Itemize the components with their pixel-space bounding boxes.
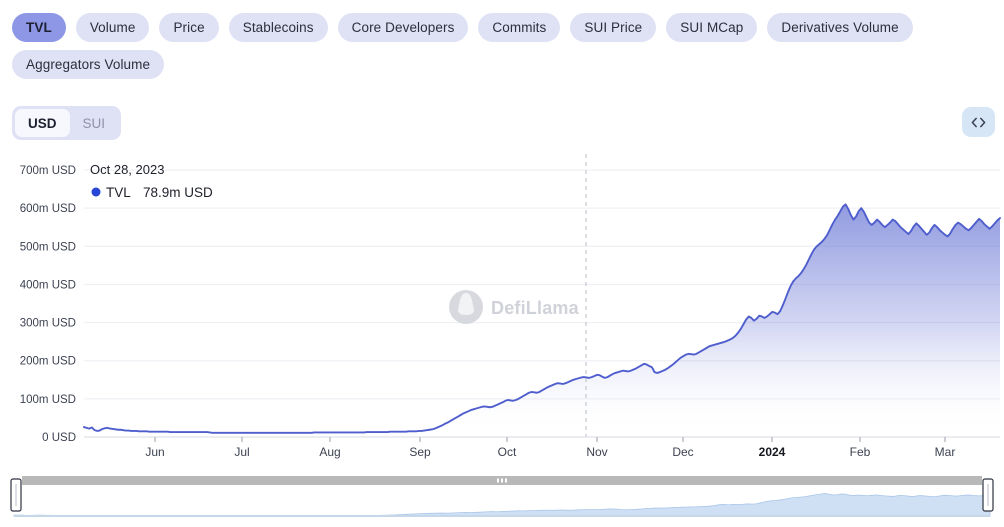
- y-axis-tick-label: 500m USD: [20, 241, 76, 253]
- metric-tab-price[interactable]: Price: [159, 13, 218, 42]
- currency-option-usd[interactable]: USD: [15, 109, 70, 137]
- defillama-watermark: DefiLlama: [449, 290, 580, 324]
- metric-tab-sui-price[interactable]: SUI Price: [570, 13, 656, 42]
- defillama-chart-panel: TVL Volume Price Stablecoins Core Developers…: [0, 0, 1004, 527]
- x-axis-tick-label: Jun: [145, 445, 164, 459]
- x-axis-tick-label: Dec: [672, 445, 693, 459]
- x-axis-tick-label: Feb: [850, 445, 871, 459]
- chart-tooltip: Oct 28, 2023 TVL 78.9m USD: [90, 162, 213, 200]
- brush-left-handle[interactable]: [11, 479, 21, 511]
- y-axis-tick-label: 200m USD: [20, 356, 76, 368]
- x-axis: Jun Jul Aug Sep Oct Nov Dec 2024 Feb Mar: [84, 437, 1000, 459]
- y-axis-tick-label: 100m USD: [20, 394, 76, 406]
- x-axis-tick-label: Aug: [319, 445, 340, 459]
- brush-right-handle[interactable]: [983, 479, 993, 511]
- metric-tab-core-developers[interactable]: Core Developers: [338, 13, 469, 42]
- metric-tab-list: TVL Volume Price Stablecoins Core Developers…: [12, 13, 998, 79]
- watermark-text: DefiLlama: [491, 298, 580, 318]
- tooltip-series-name: TVL: [106, 185, 131, 200]
- x-axis-tick-label: 2024: [759, 445, 786, 459]
- metric-tab-volume[interactable]: Volume: [76, 13, 150, 42]
- metric-tab-sui-mcap[interactable]: SUI MCap: [666, 13, 757, 42]
- x-axis-tick-label: Nov: [586, 445, 607, 459]
- x-axis-tick-label: Oct: [498, 445, 517, 459]
- currency-option-sui[interactable]: SUI: [70, 109, 119, 137]
- metric-tab-aggregators-volume[interactable]: Aggregators Volume: [12, 50, 164, 79]
- y-axis-tick-label: 600m USD: [20, 203, 76, 215]
- x-axis-tick-label: Mar: [935, 445, 956, 459]
- tooltip-value: 78.9m USD: [143, 185, 213, 200]
- currency-toggle[interactable]: USDSUI: [12, 106, 121, 140]
- y-axis-tick-label: 300m USD: [20, 318, 76, 330]
- brush-preview-area: [14, 494, 990, 516]
- metric-tab-stablecoins[interactable]: Stablecoins: [229, 13, 328, 42]
- y-axis-tick-label: 400m USD: [20, 279, 76, 291]
- x-axis-tick-label: Jul: [234, 445, 249, 459]
- x-axis-tick-label: Sep: [409, 445, 431, 459]
- metric-tab-tvl[interactable]: TVL: [12, 13, 66, 42]
- tvl-area-fill: [84, 204, 1000, 437]
- tooltip-series-marker-icon: [92, 188, 101, 197]
- embed-code-button[interactable]: [962, 107, 995, 137]
- y-axis-tick-label: 700m USD: [20, 165, 76, 177]
- metric-tab-derivatives-volume[interactable]: Derivatives Volume: [767, 13, 912, 42]
- code-embed-icon: [971, 116, 986, 129]
- tvl-area-chart[interactable]: 0 USD 100m USD 200m USD 300m USD 400m USD 500…: [0, 148, 1004, 468]
- y-axis-tick-label: 0 USD: [42, 432, 76, 444]
- brush-grip-icon: [497, 479, 507, 483]
- tooltip-date: Oct 28, 2023: [90, 162, 164, 177]
- metric-tab-commits[interactable]: Commits: [478, 13, 560, 42]
- chart-range-brush[interactable]: [8, 474, 996, 520]
